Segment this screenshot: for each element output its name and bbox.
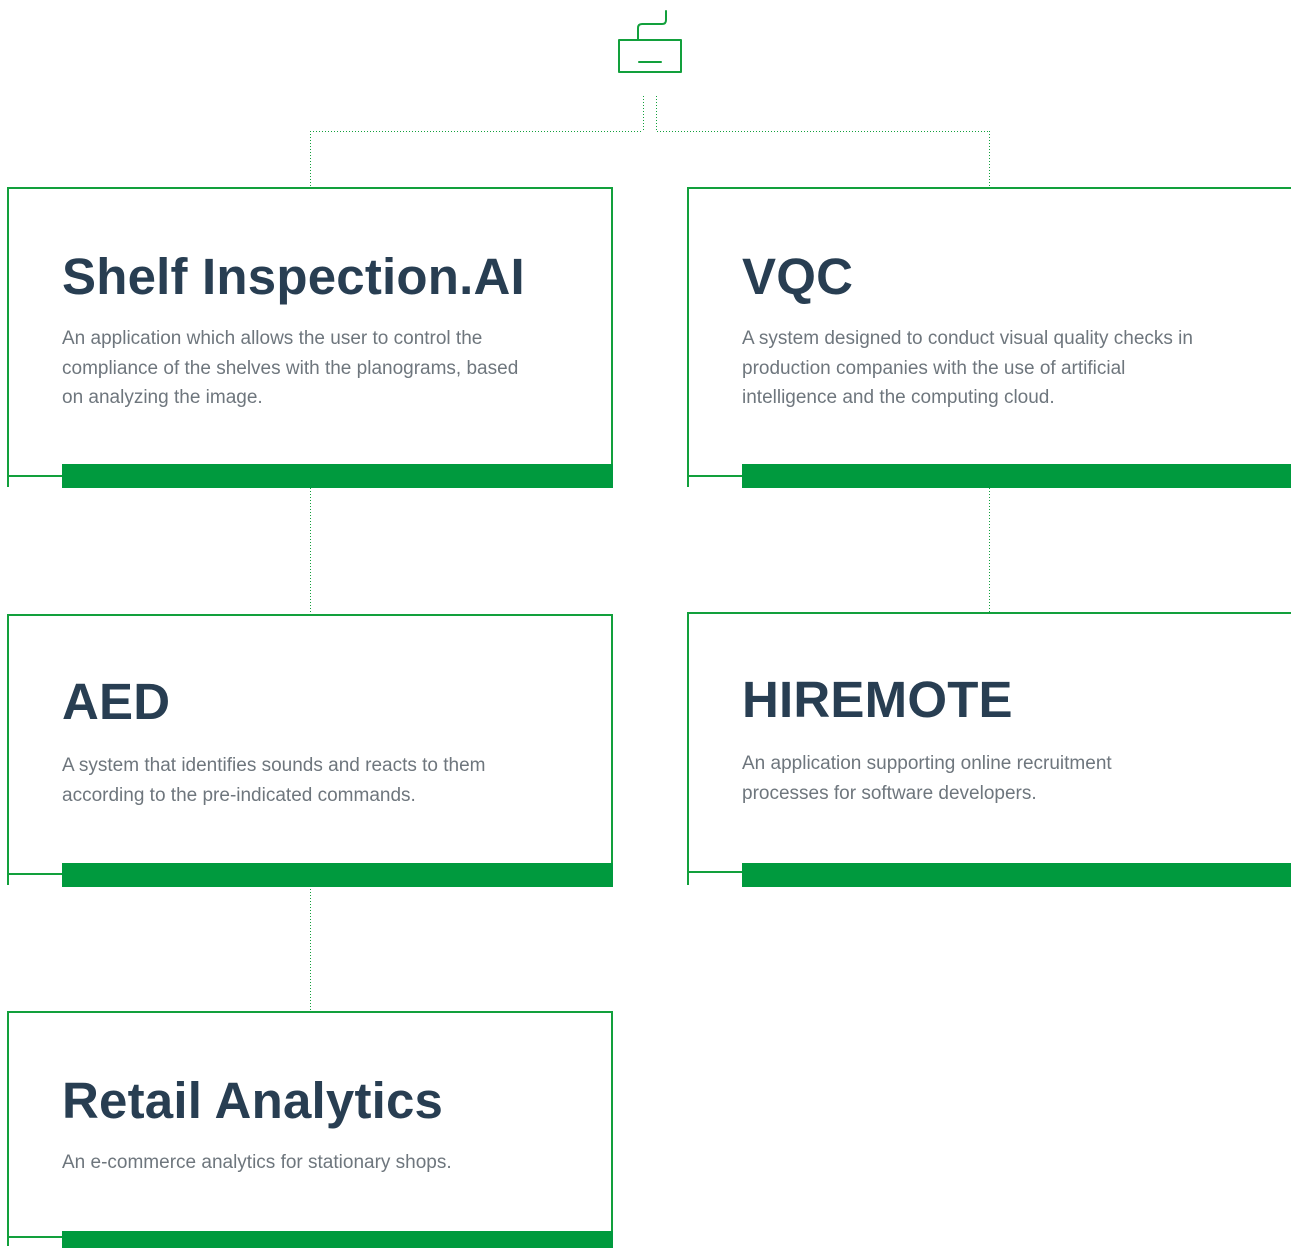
card-accent-bar: [62, 464, 613, 488]
card-bottom-edge: [7, 475, 63, 477]
card-accent-bar: [62, 863, 613, 887]
project-description: A system that identifies sounds and reac…: [62, 755, 486, 806]
project-title: Retail Analytics: [62, 1072, 444, 1129]
card-bottom-edge: [687, 871, 743, 873]
project-title: AED: [62, 673, 171, 730]
project-card-vqc: VQC A system designed to conduct visual …: [687, 187, 1291, 488]
project-title: VQC: [742, 248, 854, 305]
card-accent-bar: [742, 863, 1291, 887]
project-description: An e-commerce analytics for stationary s…: [62, 1152, 452, 1173]
project-description: A system designed to conduct visual qual…: [742, 328, 1193, 408]
card-accent-bar: [742, 464, 1291, 488]
project-card-shelf-inspection: Shelf Inspection.AI An application which…: [7, 187, 613, 488]
project-card-retail-analytics: Retail Analytics An e-commerce analytics…: [7, 1011, 613, 1248]
keyboard-icon: [618, 10, 682, 73]
card-bottom-edge: [7, 873, 63, 875]
project-card-hiremote: HIREMOTE An application supporting onlin…: [687, 612, 1291, 887]
card-bottom-edge: [7, 1236, 63, 1238]
project-description: An application supporting online recruit…: [742, 753, 1112, 804]
project-title: Shelf Inspection.AI: [62, 248, 525, 305]
project-description: An application which allows the user to …: [62, 328, 519, 408]
project-title: HIREMOTE: [742, 671, 1013, 728]
project-card-aed: AED A system that identifies sounds and …: [7, 614, 613, 887]
card-accent-bar: [62, 1231, 613, 1248]
card-bottom-edge: [687, 475, 743, 477]
